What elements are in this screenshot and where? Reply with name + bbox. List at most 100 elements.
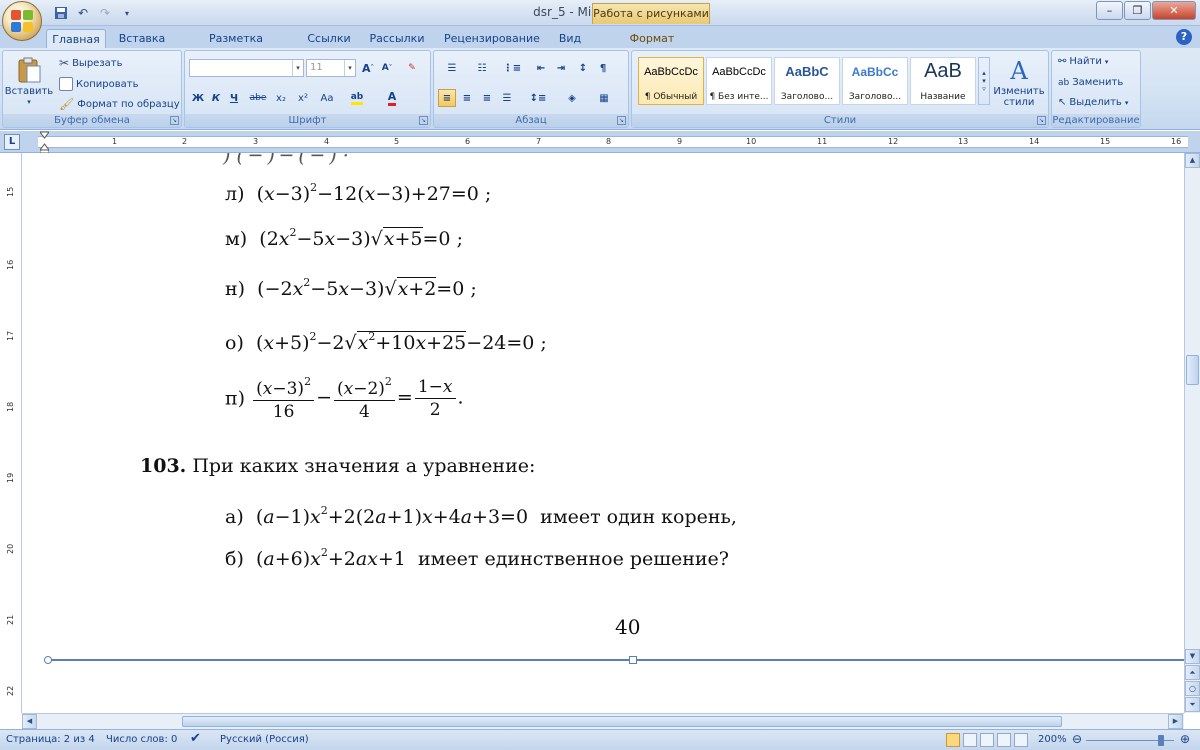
font-launcher-icon[interactable]: ↘ — [419, 116, 428, 125]
superscript-button[interactable]: x² — [293, 89, 313, 107]
change-styles-icon: A — [1010, 57, 1028, 85]
vruler-number: 15 — [6, 186, 15, 197]
italic-button[interactable]: К — [207, 89, 225, 107]
vertical-scroll-thumb[interactable] — [1186, 355, 1199, 385]
copy-label: Копировать — [76, 78, 139, 90]
replace-button[interactable]: ab Заменить — [1058, 77, 1123, 88]
scanned-page-image[interactable]: ) ( ─ ) ─ ( ─ ) · л) (x−3)2−12(x−3)+27=0… — [23, 153, 1184, 713]
scroll-right-icon[interactable]: ▶ — [1168, 714, 1183, 729]
tab-stop-selector-icon[interactable]: L — [4, 134, 20, 150]
vertical-scrollbar[interactable]: ▲ ▼ ⏶ ○ ⏷ — [1184, 153, 1200, 713]
browse-object-icon[interactable]: ○ — [1185, 681, 1200, 696]
word-count[interactable]: Число слов: 0 — [106, 734, 177, 745]
shrink-font-icon[interactable]: Aˇ — [378, 59, 396, 77]
outline-icon[interactable] — [997, 733, 1011, 747]
title-bar: ↶ ↷ ▾ dsr_5 - Microsoft Word Работа с ри… — [0, 0, 1200, 41]
font-color-icon[interactable]: A — [380, 89, 404, 107]
numbering-icon[interactable]: ☷ — [468, 59, 496, 77]
horizontal-scrollbar[interactable]: ◀ ▶ — [22, 713, 1184, 729]
tab-mailings[interactable]: Рассылки — [369, 29, 425, 48]
ruler-number: 16 — [1171, 137, 1182, 146]
tab-view[interactable]: Вид — [556, 29, 584, 48]
scroll-up-icon[interactable]: ▲ — [1185, 153, 1200, 168]
picture-selection-frame[interactable] — [48, 659, 1184, 661]
close-button[interactable]: ✕ — [1152, 1, 1196, 20]
tab-page-layout[interactable]: Разметка страницы — [184, 29, 288, 64]
draft-icon[interactable] — [1014, 733, 1028, 747]
format-painter-button[interactable]: 🖌 Формат по образцу — [59, 97, 180, 111]
style-normal[interactable]: AaBbCcDc ¶ Обычный — [638, 57, 704, 105]
paste-button[interactable]: Вставить ▾ — [5, 57, 53, 106]
font-family-combo[interactable]: ▾ — [189, 59, 304, 77]
scroll-left-icon[interactable]: ◀ — [22, 714, 37, 729]
style-title[interactable]: AaB Название — [910, 57, 976, 105]
resize-handle-left[interactable] — [44, 656, 52, 664]
help-icon[interactable]: ? — [1176, 29, 1192, 45]
next-page-icon[interactable]: ⏷ — [1185, 697, 1200, 712]
align-left-icon[interactable]: ≡ — [438, 89, 456, 107]
style-no-spacing[interactable]: AaBbCcDc ¶ Без инте... — [706, 57, 772, 105]
tab-references[interactable]: Ссылки — [306, 29, 352, 48]
justify-icon[interactable]: ☰ — [498, 89, 516, 107]
tab-home[interactable]: Главная — [46, 29, 106, 48]
print-layout-icon[interactable] — [946, 733, 960, 747]
strikethrough-button[interactable]: abe — [247, 89, 269, 107]
style-no-spacing-sample: AaBbCcDc — [712, 66, 766, 78]
copy-button[interactable]: Копировать — [59, 77, 138, 91]
style-heading-1[interactable]: AaBbC Заголово... — [774, 57, 840, 105]
full-screen-reading-icon[interactable] — [963, 733, 977, 747]
restore-button[interactable]: ❐ — [1124, 1, 1151, 20]
clear-format-icon[interactable]: ✎ — [403, 59, 421, 77]
styles-launcher-icon[interactable]: ↘ — [1037, 116, 1046, 125]
increase-indent-icon[interactable]: ⇥ — [552, 59, 570, 77]
show-marks-icon[interactable]: ¶ — [594, 59, 612, 77]
web-layout-icon[interactable] — [980, 733, 994, 747]
document-area[interactable]: ) ( ─ ) ─ ( ─ ) · л) (x−3)2−12(x−3)+27=0… — [23, 153, 1184, 713]
horizontal-scroll-thumb[interactable] — [182, 716, 1062, 727]
scroll-down-icon[interactable]: ▼ — [1185, 649, 1200, 664]
underline-button[interactable]: Ч — [225, 89, 243, 107]
styles-scroll-icon[interactable]: ▴ ▾ ▿ — [978, 57, 990, 105]
label-m: м) — [225, 228, 248, 250]
sort-icon[interactable]: ↕ — [574, 59, 592, 77]
bullets-icon[interactable]: ☰ — [438, 59, 466, 77]
highlight-icon[interactable]: ab — [345, 89, 369, 107]
cut-button[interactable]: ✂ Вырезать — [59, 56, 122, 70]
change-case-button[interactable]: Aa — [315, 89, 339, 107]
zoom-out-icon[interactable]: ⊖ — [1072, 732, 1082, 746]
paragraph-launcher-icon[interactable]: ↘ — [617, 116, 626, 125]
tab-review[interactable]: Рецензирование — [444, 29, 540, 48]
previous-page-icon[interactable]: ⏶ — [1185, 665, 1200, 680]
select-button[interactable]: ↖ Выделить ▾ — [1058, 97, 1128, 108]
decrease-indent-icon[interactable]: ⇤ — [532, 59, 550, 77]
line-spacing-icon[interactable]: ↕≡ — [524, 89, 552, 107]
style-normal-sample: AaBbCcDc — [644, 66, 698, 78]
horizontal-ruler[interactable]: L 1 2 3 4 5 6 7 8 9 10 11 12 13 14 15 16 — [0, 131, 1200, 153]
page-indicator[interactable]: Страница: 2 из 4 — [6, 734, 95, 745]
align-right-icon[interactable]: ≡ — [478, 89, 496, 107]
minimize-button[interactable]: – — [1096, 1, 1123, 20]
bold-button[interactable]: Ж — [189, 89, 207, 107]
subscript-button[interactable]: x₂ — [271, 89, 291, 107]
change-styles-button[interactable]: A Изменить стили — [993, 57, 1044, 108]
indent-marker-icon[interactable] — [40, 131, 49, 153]
tab-insert[interactable]: Вставка — [118, 29, 166, 48]
resize-handle-bottom[interactable] — [629, 656, 637, 664]
multilevel-list-icon[interactable]: ⋮≡ — [498, 59, 526, 77]
tab-format[interactable]: Формат — [624, 29, 680, 48]
language-indicator[interactable]: Русский (Россия) — [220, 734, 309, 745]
font-size-combo[interactable]: 11 ▾ — [306, 59, 356, 77]
zoom-level[interactable]: 200% — [1038, 734, 1067, 745]
zoom-in-icon[interactable]: ⊕ — [1180, 732, 1190, 746]
style-heading-2[interactable]: AaBbCc Заголово... — [842, 57, 908, 105]
clipboard-launcher-icon[interactable]: ↘ — [170, 116, 179, 125]
ruler-number: 6 — [465, 137, 471, 146]
borders-icon[interactable]: ▦ — [590, 89, 618, 107]
shading-icon[interactable]: ◈ — [558, 89, 586, 107]
grow-font-icon[interactable]: Aˆ — [359, 59, 377, 77]
proofing-icon[interactable]: ✔ — [190, 731, 201, 746]
office-button[interactable] — [2, 1, 42, 41]
find-button[interactable]: ⚯ Найти ▾ — [1058, 56, 1108, 67]
zoom-slider-knob[interactable] — [1158, 735, 1164, 746]
align-center-icon[interactable]: ≡ — [458, 89, 476, 107]
